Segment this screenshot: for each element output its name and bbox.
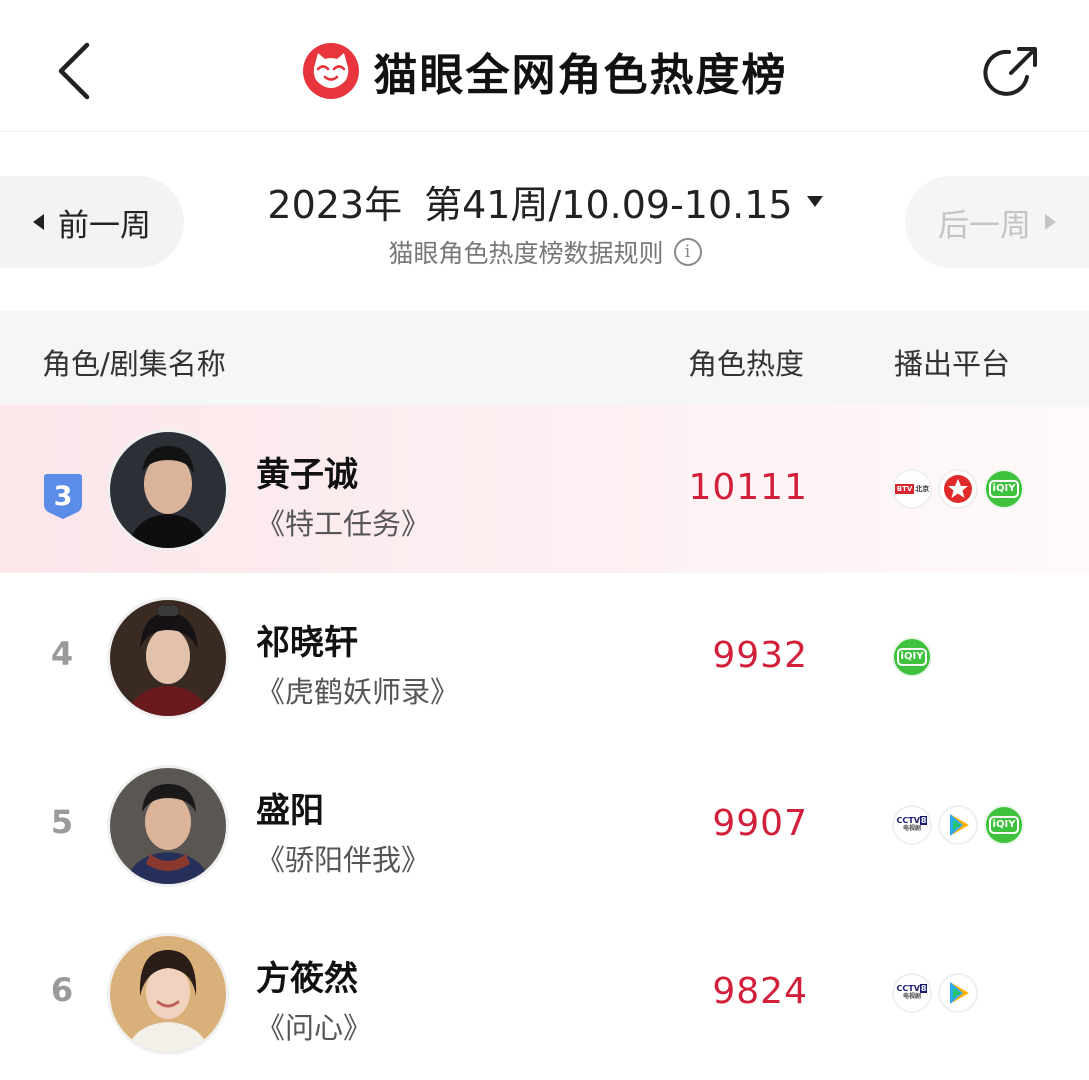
platform-list: iQIY [892,637,932,677]
page-title: 猫眼全网角色热度榜 [373,50,788,101]
column-header-platform: 播出平台 [894,347,1011,381]
week-range: 第41周/10.09-10.15 [424,182,793,227]
rules-link[interactable]: 猫眼角色热度榜数据规则 i [240,234,850,270]
btv-beijing-icon: BTV 北京 [892,469,932,509]
table-header: 角色/剧集名称 角色热度 播出平台 [0,311,1089,405]
platform-list: BTV 北京 iQIY [892,469,1024,509]
character-name: 黄子诚 [256,455,358,495]
column-header-name: 角色/剧集名称 [42,347,226,381]
tencent-video-icon [938,805,978,845]
share-icon [983,47,1037,96]
top-nav-bar: 猫眼全网角色热度榜 [0,0,1089,132]
caret-down-icon [806,195,823,207]
drama-title: 《骄阳伴我》 [256,843,431,877]
character-name: 盛阳 [256,791,324,831]
iqiyi-icon: iQIY [892,637,932,677]
column-header-heat: 角色热度 [688,347,805,381]
avatar[interactable] [107,933,229,1055]
caret-left-icon [33,214,44,230]
share-button[interactable] [978,40,1044,106]
avatar[interactable] [107,429,229,551]
heat-value: 9932 [712,635,808,676]
rank-number: 5 [50,803,74,841]
ranking-row[interactable]: 6 方筱然 《问心》 9824 CCTV8 电视剧 [0,909,1089,1077]
drama-title: 《特工任务》 [256,507,431,541]
iqiyi-icon: iQIY [984,469,1024,509]
ranking-row[interactable]: 4 祁晓轩 《虎鹤妖师录》 9932 iQIY [0,573,1089,741]
platform-list: CCTV8 电视剧 [892,973,978,1013]
drama-title: 《问心》 [256,1011,373,1045]
drama-title: 《虎鹤妖师录》 [256,675,460,709]
heat-value: 10111 [688,467,808,508]
week-selector: 前一周 2023年 第41周/10.09-10.15 猫眼角色热度榜数据规则 i… [0,170,1089,280]
tencent-video-icon [938,973,978,1013]
heat-value: 9907 [712,803,808,844]
ranking-row[interactable]: 3 黄子诚 《特工任务》 10111 BTV 北京 iQIY [0,405,1089,573]
caret-right-icon [1045,214,1056,230]
page-title-group: 猫眼全网角色热度榜 [0,38,1089,104]
next-week-button[interactable]: 后一周 [905,176,1089,268]
rank-badge-number: 3 [54,481,73,512]
dragon-tv-icon [938,469,978,509]
week-dropdown[interactable]: 2023年 第41周/10.09-10.15 猫眼角色热度榜数据规则 i [240,176,850,270]
week-year: 2023年 [267,182,403,227]
rank-number: 4 [50,635,74,673]
cctv-8-icon: CCTV8 电视剧 [892,805,932,845]
cctv-8-icon: CCTV8 电视剧 [892,973,932,1013]
heat-value: 9824 [712,971,808,1012]
platform-list: CCTV8 电视剧 iQIY [892,805,1024,845]
iqiyi-icon: iQIY [984,805,1024,845]
avatar[interactable] [107,765,229,887]
character-name: 方筱然 [256,959,358,999]
ranking-row[interactable]: 5 盛阳 《骄阳伴我》 9907 CCTV8 电视剧 iQIY [0,741,1089,909]
rank-number: 6 [50,971,74,1009]
info-icon: i [673,238,702,266]
app-root: 猫眼全网角色热度榜 前一周 2023年 第41周/10.09-10.15 猫眼角… [0,0,1089,1080]
prev-week-button[interactable]: 前一周 [0,176,184,268]
avatar[interactable] [107,597,229,719]
rank-badge-icon: 3 [44,474,82,519]
character-name: 祁晓轩 [256,623,358,663]
next-week-label: 后一周 [938,207,1031,244]
prev-week-label: 前一周 [58,207,151,244]
maoyan-cat-logo-icon [302,43,359,99]
rules-text: 猫眼角色热度榜数据规则 [388,239,664,268]
